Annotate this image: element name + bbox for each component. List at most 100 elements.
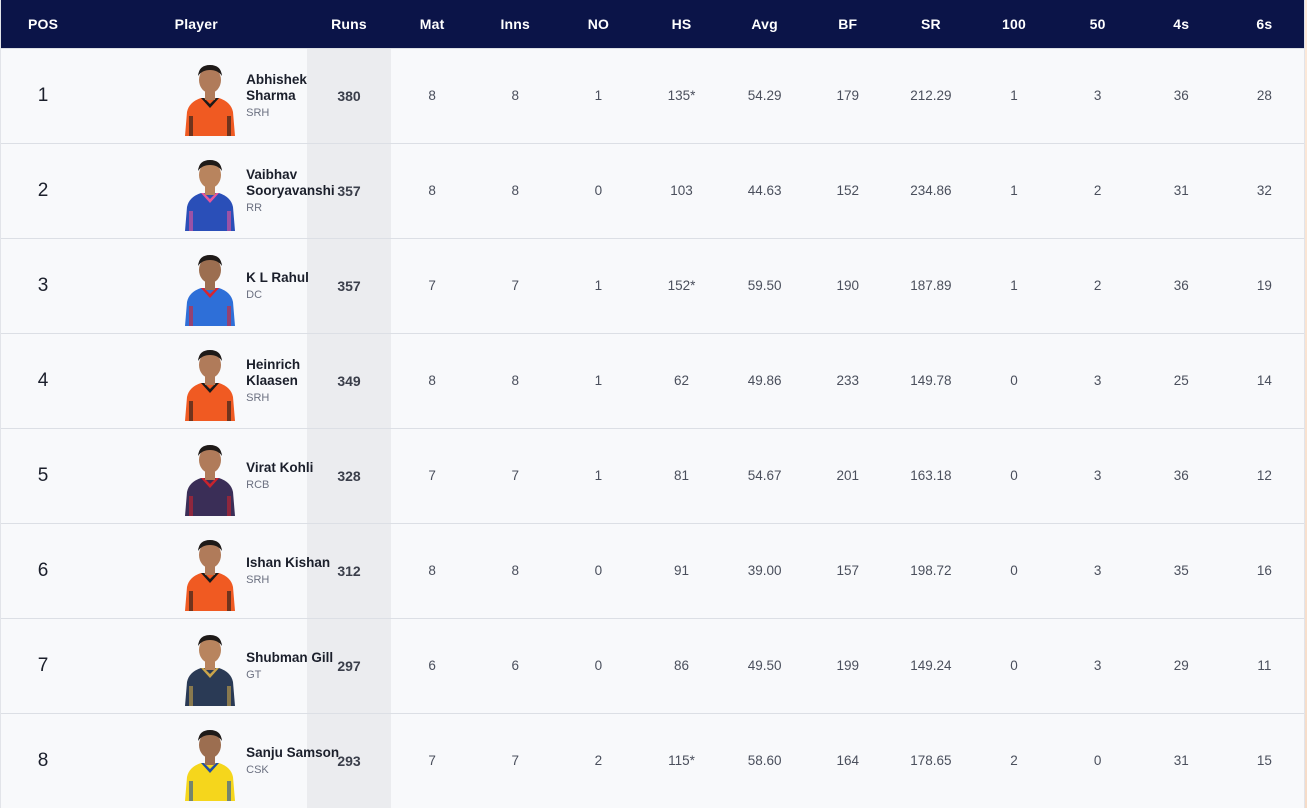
inns-cell: 7 bbox=[473, 427, 557, 523]
sr-cell: 234.86 bbox=[889, 142, 973, 238]
col-header-100[interactable]: 100 bbox=[972, 0, 1055, 48]
sixes-cell: 15 bbox=[1222, 712, 1304, 808]
col-header-runs[interactable]: Runs bbox=[307, 0, 390, 48]
player-photo-icon[interactable] bbox=[181, 246, 239, 326]
inns-cell: 8 bbox=[473, 332, 557, 428]
sixes-cell: 14 bbox=[1222, 332, 1304, 428]
table-row[interactable]: 2 Vaibhav Sooryavanshi RR 357 8 8 0 103 … bbox=[1, 142, 1304, 238]
fifties-cell: 0 bbox=[1055, 712, 1140, 808]
col-header-no[interactable]: NO bbox=[557, 0, 640, 48]
fours-cell: 29 bbox=[1139, 617, 1223, 713]
fifties-cell: 3 bbox=[1055, 47, 1140, 143]
mat-cell: 8 bbox=[390, 522, 474, 618]
player-name[interactable]: Heinrich Klaasen bbox=[246, 357, 346, 389]
col-header-player[interactable]: Player bbox=[85, 0, 307, 48]
bf-cell: 157 bbox=[806, 522, 890, 618]
player-photo-icon[interactable] bbox=[181, 436, 239, 516]
player-cell: K L Rahul DC bbox=[85, 237, 309, 333]
stats-table: POS Player Runs Mat Inns NO HS Avg BF SR… bbox=[1, 0, 1304, 808]
player-photo-icon[interactable] bbox=[181, 56, 239, 136]
pos-cell: 7 bbox=[1, 617, 86, 713]
pos-cell: 2 bbox=[1, 142, 86, 238]
team-label: GT bbox=[246, 669, 262, 681]
col-header-6s[interactable]: 6s bbox=[1223, 0, 1304, 48]
sr-cell: 149.78 bbox=[889, 332, 973, 428]
mat-cell: 8 bbox=[390, 47, 474, 143]
player-name[interactable]: K L Rahul bbox=[246, 270, 346, 286]
hundreds-cell: 0 bbox=[972, 522, 1056, 618]
avg-cell: 54.29 bbox=[723, 47, 807, 143]
table-row[interactable]: 1 Abhishek Sharma SRH 380 8 8 1 135* 54.… bbox=[1, 47, 1304, 143]
sixes-cell: 32 bbox=[1222, 142, 1304, 238]
hundreds-cell: 0 bbox=[972, 427, 1056, 523]
col-header-pos[interactable]: POS bbox=[1, 0, 85, 48]
player-name[interactable]: Virat Kohli bbox=[246, 460, 346, 476]
team-label: RCB bbox=[246, 479, 270, 491]
table-row[interactable]: 7 Shubman Gill GT 297 6 6 0 86 49.50 199… bbox=[1, 617, 1304, 713]
player-photo-icon[interactable] bbox=[181, 151, 239, 231]
table-row[interactable]: 8 Sanju Samson CSK 293 7 7 2 115* 58.60 … bbox=[1, 712, 1304, 808]
inns-cell: 7 bbox=[473, 712, 557, 808]
fours-cell: 31 bbox=[1139, 712, 1223, 808]
player-photo-icon[interactable] bbox=[181, 341, 239, 421]
hs-cell: 62 bbox=[639, 332, 724, 428]
table-row[interactable]: 3 K L Rahul DC 357 7 7 1 152* 59.50 190 … bbox=[1, 237, 1304, 333]
inns-cell: 7 bbox=[473, 237, 557, 333]
player-photo-icon[interactable] bbox=[181, 721, 239, 801]
sixes-cell: 16 bbox=[1222, 522, 1304, 618]
player-cell: Heinrich Klaasen SRH bbox=[85, 332, 308, 428]
sixes-cell: 12 bbox=[1222, 427, 1304, 523]
player-name[interactable]: Sanju Samson bbox=[246, 745, 346, 761]
player-name[interactable]: Shubman Gill bbox=[246, 650, 346, 666]
col-header-avg[interactable]: Avg bbox=[723, 0, 806, 48]
sr-cell: 198.72 bbox=[889, 522, 973, 618]
batting-stats-table: POS Player Runs Mat Inns NO HS Avg BF SR… bbox=[0, 0, 1305, 808]
avg-cell: 39.00 bbox=[723, 522, 807, 618]
col-header-sr[interactable]: SR bbox=[889, 0, 972, 48]
fours-cell: 36 bbox=[1139, 427, 1223, 523]
team-label: SRH bbox=[246, 392, 270, 404]
table-row[interactable]: 4 Heinrich Klaasen SRH 349 8 8 1 62 49.8… bbox=[1, 332, 1304, 428]
no-cell: 0 bbox=[556, 142, 640, 238]
no-cell: 1 bbox=[556, 332, 640, 428]
hs-cell: 86 bbox=[639, 617, 724, 713]
player-name[interactable]: Ishan Kishan bbox=[246, 555, 346, 571]
player-cell: Virat Kohli RCB bbox=[85, 427, 313, 523]
avg-cell: 49.86 bbox=[723, 332, 807, 428]
inns-cell: 8 bbox=[473, 142, 557, 238]
col-header-inns[interactable]: Inns bbox=[474, 0, 557, 48]
col-header-4s[interactable]: 4s bbox=[1140, 0, 1223, 48]
table-row[interactable]: 6 Ishan Kishan SRH 312 8 8 0 91 39.00 15… bbox=[1, 522, 1304, 618]
sr-cell: 149.24 bbox=[889, 617, 973, 713]
col-header-50[interactable]: 50 bbox=[1056, 0, 1140, 48]
mat-cell: 7 bbox=[390, 237, 474, 333]
player-name[interactable]: Abhishek Sharma bbox=[246, 72, 346, 104]
fours-cell: 36 bbox=[1139, 237, 1223, 333]
col-header-mat[interactable]: Mat bbox=[391, 0, 474, 48]
pos-cell: 4 bbox=[1, 332, 86, 428]
bf-cell: 152 bbox=[806, 142, 890, 238]
team-label: SRH bbox=[246, 574, 270, 586]
player-photo-icon[interactable] bbox=[181, 531, 239, 611]
pos-cell: 3 bbox=[1, 237, 86, 333]
hundreds-cell: 1 bbox=[972, 142, 1056, 238]
sixes-cell: 11 bbox=[1222, 617, 1304, 713]
player-cell: Shubman Gill GT bbox=[85, 617, 333, 713]
player-photo-icon[interactable] bbox=[181, 626, 239, 706]
player-cell: Sanju Samson CSK bbox=[85, 712, 339, 808]
sixes-cell: 28 bbox=[1222, 47, 1304, 143]
col-header-bf[interactable]: BF bbox=[806, 0, 889, 48]
player-cell: Ishan Kishan SRH bbox=[85, 522, 330, 618]
hs-cell: 115* bbox=[639, 712, 724, 808]
player-cell: Abhishek Sharma SRH bbox=[85, 47, 308, 143]
pos-cell: 6 bbox=[1, 522, 86, 618]
player-name[interactable]: Vaibhav Sooryavanshi bbox=[246, 167, 346, 199]
hundreds-cell: 0 bbox=[972, 332, 1056, 428]
no-cell: 1 bbox=[556, 237, 640, 333]
col-header-hs[interactable]: HS bbox=[640, 0, 723, 48]
avg-cell: 44.63 bbox=[723, 142, 807, 238]
table-row[interactable]: 5 Virat Kohli RCB 328 7 7 1 81 54.67 201… bbox=[1, 427, 1304, 523]
fifties-cell: 3 bbox=[1055, 332, 1140, 428]
no-cell: 1 bbox=[556, 47, 640, 143]
fours-cell: 36 bbox=[1139, 47, 1223, 143]
